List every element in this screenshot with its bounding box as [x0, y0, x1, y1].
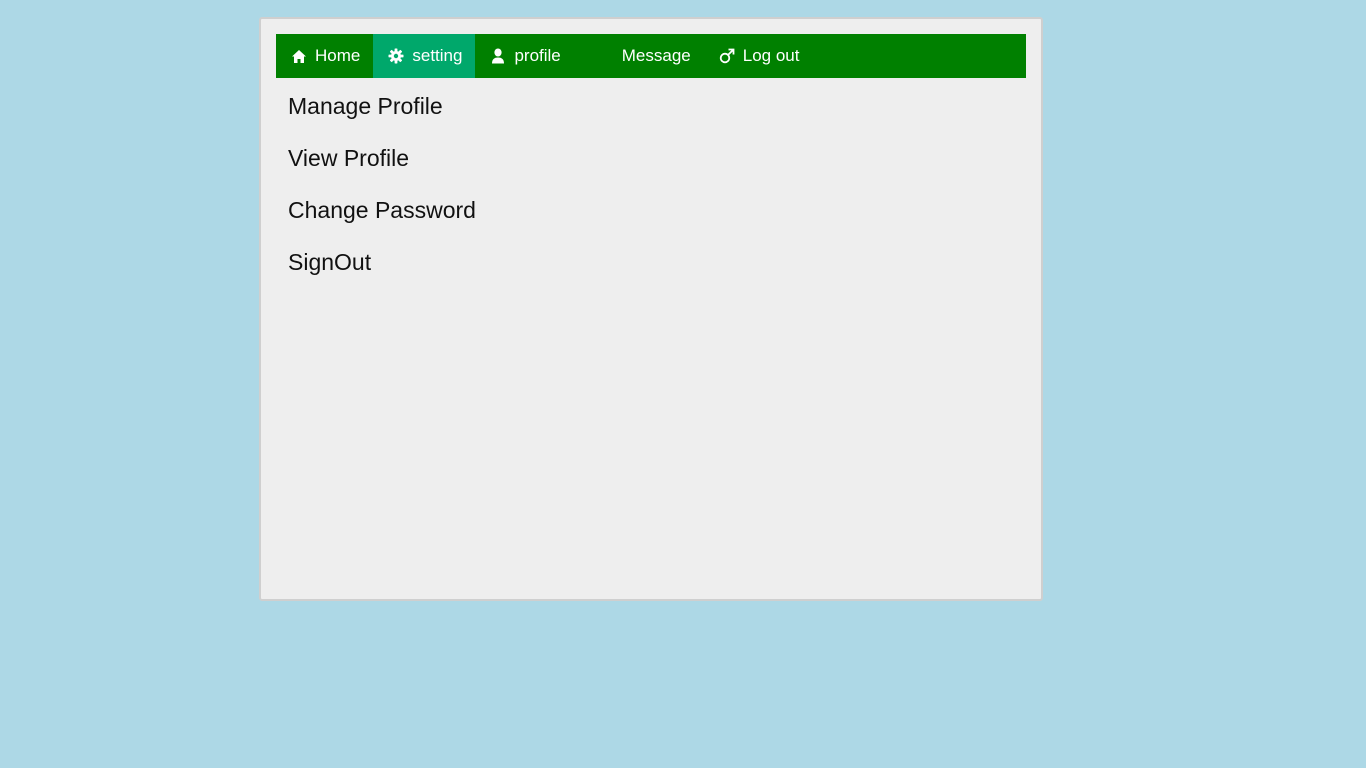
menu-item-view-profile[interactable]: View Profile: [288, 143, 476, 195]
nav-profile[interactable]: profile: [475, 34, 573, 78]
nav-home-label: Home: [315, 46, 361, 65]
user-icon: [490, 48, 506, 64]
menu-item-manage-profile[interactable]: Manage Profile: [288, 91, 476, 143]
nav-logout-label: Log out: [742, 46, 800, 65]
nav-message-label: Message: [621, 46, 691, 65]
gear-icon: [388, 48, 404, 64]
nav-profile-label: profile: [514, 46, 561, 65]
home-icon: [291, 48, 307, 64]
menu-item-signout[interactable]: SignOut: [288, 247, 476, 299]
nav-setting[interactable]: setting: [373, 34, 476, 78]
nav-setting-label: setting: [412, 46, 463, 65]
nav-home[interactable]: Home: [276, 34, 373, 78]
nav-logout[interactable]: Log out: [704, 34, 813, 78]
nav-message[interactable]: Message: [574, 34, 704, 78]
male-symbol-icon: [719, 48, 735, 64]
main-panel: Home setting profile Message Log out Man…: [259, 17, 1043, 601]
settings-menu: Manage Profile View Profile Change Passw…: [288, 91, 476, 299]
menu-item-change-password[interactable]: Change Password: [288, 195, 476, 247]
top-navbar: Home setting profile Message Log out: [276, 34, 1026, 78]
